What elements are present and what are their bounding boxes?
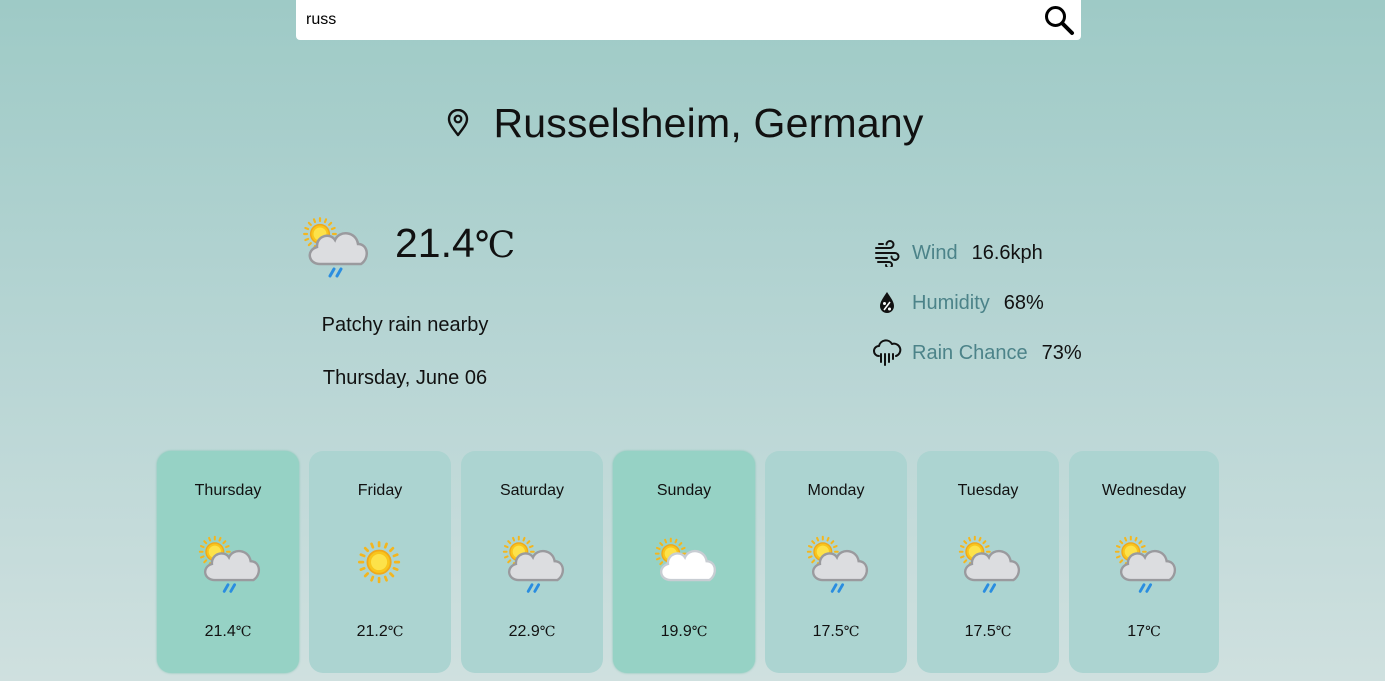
forecast-card-saturday[interactable]: Saturday 22.9℃ [461, 451, 603, 673]
forecast-day: Sunday [656, 482, 712, 499]
forecast-card-friday[interactable]: Friday 21.2℃ [309, 451, 451, 673]
forecast-temp: 17.5℃ [964, 623, 1012, 640]
stat-label: Rain Chance [912, 341, 1028, 364]
forecast-day: Wednesday [1101, 482, 1187, 499]
current-temp-value: 21.4 [395, 220, 475, 266]
stat-rain-chance: Rain Chance 73% [870, 328, 1082, 378]
forecast-card-wednesday[interactable]: Wednesday 17℃ [1069, 451, 1219, 673]
weather-stats: Wind 16.6kph Humidity 68% Rain Chance 73… [870, 228, 1082, 378]
stat-label: Humidity [912, 291, 990, 314]
partly-cloudy-icon [649, 531, 719, 597]
current-condition: Patchy rain nearby [321, 314, 489, 336]
search-bar [296, 0, 1081, 40]
forecast-list: Thursday 21.4℃ Friday 21.2℃ Saturday 22.… [157, 451, 1219, 673]
stat-value: 16.6kph [971, 241, 1043, 264]
stat-wind: Wind 16.6kph [870, 228, 1082, 278]
sun-icon [345, 531, 415, 597]
search-icon [1045, 6, 1074, 35]
forecast-temp: 17℃ [1127, 623, 1161, 640]
forecast-temp: 21.4℃ [204, 623, 252, 640]
forecast-temp: 19.9℃ [660, 623, 708, 640]
forecast-temp: 17.5℃ [812, 623, 860, 640]
partly-cloudy-rain-icon [1109, 531, 1179, 597]
forecast-card-tuesday[interactable]: Tuesday 17.5℃ [917, 451, 1059, 673]
current-date: Thursday, June 06 [322, 367, 488, 389]
map-pin-icon [445, 108, 471, 138]
partly-cloudy-rain-icon [193, 531, 263, 597]
humidity-drop-icon [870, 286, 904, 320]
search-input[interactable] [296, 0, 1039, 40]
wind-icon [870, 236, 904, 270]
rain-cloud-icon [870, 336, 904, 370]
stat-humidity: Humidity 68% [870, 278, 1082, 328]
forecast-day: Thursday [194, 482, 262, 499]
forecast-temp: 22.9℃ [508, 623, 556, 640]
forecast-temp: 21.2℃ [356, 623, 404, 640]
stat-value: 73% [1041, 341, 1082, 364]
partly-cloudy-rain-icon [801, 531, 871, 597]
forecast-card-sunday[interactable]: Sunday 19.9℃ [613, 451, 755, 673]
search-button[interactable] [1039, 0, 1079, 40]
partly-cloudy-rain-icon [953, 531, 1023, 597]
forecast-card-thursday[interactable]: Thursday 21.4℃ [157, 451, 299, 673]
stat-label: Wind [912, 241, 958, 264]
forecast-card-monday[interactable]: Monday 17.5℃ [765, 451, 907, 673]
current-temp-unit: ℃ [474, 225, 516, 266]
partly-cloudy-rain-icon [298, 212, 370, 282]
stat-value: 68% [1003, 291, 1044, 314]
location-name: Russelsheim, Germany [493, 99, 924, 146]
partly-cloudy-rain-icon [497, 531, 567, 597]
forecast-day: Tuesday [957, 482, 1019, 499]
current-temperature: 21.4℃ [395, 220, 515, 267]
location-header: Russelsheim, Germany [0, 96, 1385, 150]
forecast-day: Friday [357, 482, 403, 499]
forecast-day: Saturday [499, 482, 565, 499]
forecast-day: Monday [807, 482, 865, 499]
